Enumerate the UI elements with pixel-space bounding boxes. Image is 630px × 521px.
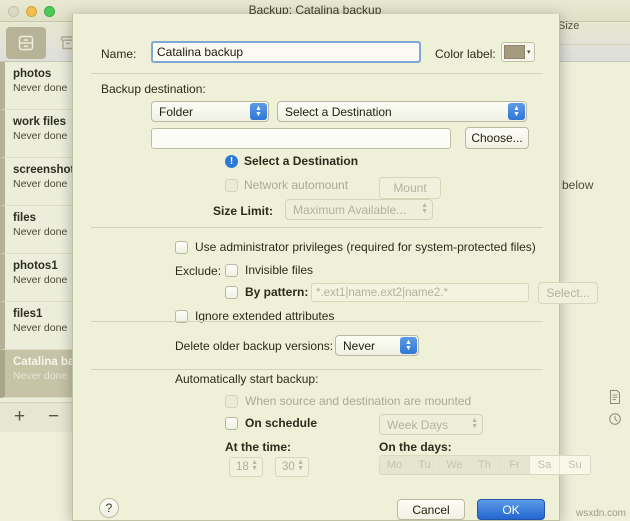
admin-privileges-row[interactable]: Use administrator privileges (required f… (175, 240, 536, 254)
destination-status: ! Select a Destination (225, 154, 358, 168)
destination-select-value: Select a Destination (285, 104, 392, 119)
size-limit-value: Maximum Available... (293, 202, 407, 217)
chevron-updown-icon: ▲ ▼ (471, 417, 478, 430)
destination-type-dropdown[interactable]: Folder ▲ ▼ (151, 101, 269, 122)
backup-settings-sheet: Name: Color label: ▾ Backup destination:… (72, 14, 598, 521)
by-pattern-label: By pattern: (245, 285, 309, 299)
invisible-files-label: Invisible files (245, 263, 314, 277)
delete-older-label: Delete older backup versions: (175, 339, 334, 353)
invisible-files-checkbox[interactable] (225, 263, 238, 277)
name-label: Name: (101, 47, 137, 61)
color-label-label: Color label: (435, 47, 496, 61)
drawer-icon[interactable] (6, 27, 46, 59)
days-of-week-selector: Mo Tu We Th Fr Sa Su (379, 455, 591, 475)
destination-status-text: Select a Destination (244, 154, 359, 168)
remove-task-button[interactable]: − (48, 406, 59, 428)
divider (91, 369, 543, 370)
autostart-label: Automatically start backup: (175, 372, 319, 386)
schedule-frequency-dropdown: Week Days ▲ ▼ (379, 414, 483, 435)
chevron-down-icon: ▾ (527, 49, 531, 56)
exclude-label: Exclude: (175, 264, 222, 278)
alert-info-icon: ! (225, 154, 238, 168)
watermark: wsxdn.com (575, 508, 626, 519)
ok-button[interactable]: OK (477, 499, 545, 520)
at-the-time-label: At the time: (225, 440, 291, 454)
pattern-input[interactable] (311, 283, 529, 302)
choose-button[interactable]: Choose... (465, 127, 529, 149)
color-label-picker[interactable]: ▾ (501, 42, 535, 62)
exclude-invisible-row[interactable]: Invisible files (225, 263, 313, 277)
backup-destination-label: Backup destination: (101, 82, 206, 96)
chevron-updown-icon: ▲ ▼ (251, 459, 258, 472)
by-pattern-checkbox[interactable] (225, 285, 238, 299)
day-toggle-we: We (440, 456, 470, 474)
divider (91, 73, 543, 74)
when-mounted-row: When source and destination are mounted (225, 394, 471, 408)
day-toggle-fr: Fr (500, 456, 530, 474)
day-toggle-tu: Tu (410, 456, 440, 474)
network-automount-checkbox (225, 178, 238, 192)
day-toggle-mo: Mo (380, 456, 410, 474)
destination-path-input[interactable] (151, 128, 451, 149)
divider (91, 321, 543, 322)
chevron-updown-icon: ▲ ▼ (400, 337, 417, 354)
document-icon[interactable] (606, 386, 624, 408)
network-automount-label: Network automount (244, 178, 349, 192)
chevron-updown-icon: ▲ ▼ (297, 459, 304, 472)
chevron-updown-icon: ▲ ▼ (250, 103, 267, 120)
mount-button: Mount (379, 177, 441, 199)
help-button[interactable]: ? (99, 498, 119, 518)
delete-older-dropdown[interactable]: Never ▲ ▼ (335, 335, 419, 356)
chevron-updown-icon: ▲ ▼ (421, 202, 428, 215)
clock-icon[interactable] (606, 408, 624, 430)
exclude-bypattern-row[interactable]: By pattern: (225, 285, 308, 299)
size-limit-label: Size Limit: (213, 204, 274, 218)
admin-privileges-label: Use administrator privileges (required f… (195, 240, 536, 254)
day-toggle-th: Th (470, 456, 500, 474)
destination-select-dropdown[interactable]: Select a Destination ▲ ▼ (277, 101, 527, 122)
minute-stepper: 30 ▲ ▼ (275, 457, 309, 477)
column-header-size[interactable]: Size (558, 20, 579, 32)
on-schedule-label: On schedule (245, 416, 318, 430)
when-mounted-label: When source and destination are mounted (245, 394, 472, 408)
divider (91, 227, 543, 228)
add-task-button[interactable]: + (14, 406, 25, 428)
on-schedule-checkbox[interactable] (225, 416, 238, 430)
delete-older-value: Never (343, 338, 376, 353)
name-input[interactable] (151, 41, 421, 63)
select-pattern-button: Select... (538, 282, 598, 304)
day-toggle-sa: Sa (530, 456, 560, 474)
schedule-frequency-value: Week Days (387, 417, 449, 432)
content-divider (551, 44, 630, 45)
destination-type-value: Folder (159, 104, 194, 119)
on-schedule-row[interactable]: On schedule (225, 416, 317, 430)
minute-value: 30 (282, 461, 295, 473)
day-toggle-su: Su (560, 456, 590, 474)
hour-stepper: 18 ▲ ▼ (229, 457, 263, 477)
cancel-button[interactable]: Cancel (397, 499, 465, 520)
right-icon-group (606, 386, 626, 430)
hour-value: 18 (236, 461, 249, 473)
chevron-updown-icon: ▲ ▼ (508, 103, 525, 120)
color-swatch (504, 45, 525, 59)
admin-privileges-checkbox[interactable] (175, 240, 188, 254)
on-the-days-label: On the days: (379, 440, 452, 454)
when-mounted-checkbox (225, 394, 238, 408)
network-automount-row[interactable]: Network automount (225, 178, 348, 192)
size-limit-dropdown: Maximum Available... ▲ ▼ (285, 199, 433, 220)
